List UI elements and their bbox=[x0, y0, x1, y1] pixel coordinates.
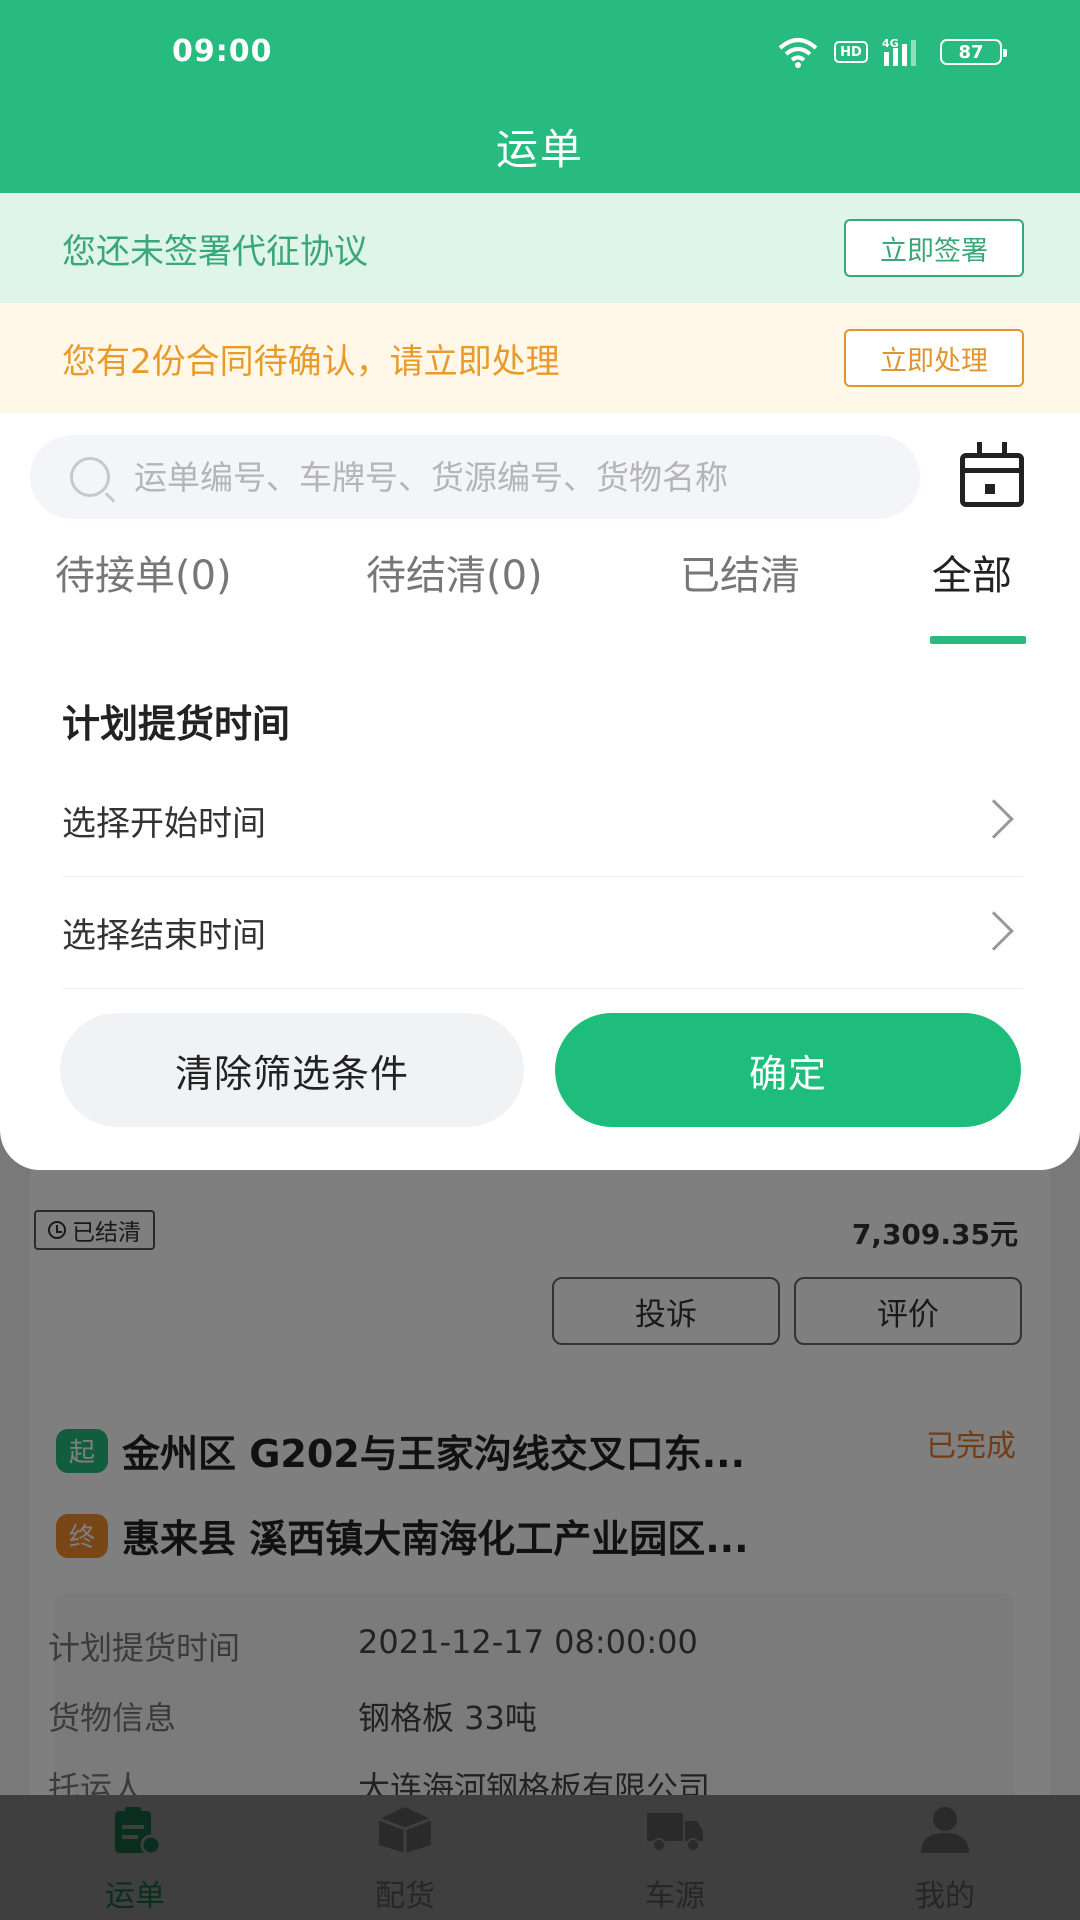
contract-notice: 您有2份合同待确认，请立即处理 立即处理 bbox=[0, 303, 1080, 413]
status-tabs: 待接单(0) 待结清(0) 已结清 全部 bbox=[0, 543, 1080, 653]
chevron-right-icon bbox=[974, 911, 1014, 951]
end-time-label: 选择结束时间 bbox=[62, 916, 266, 956]
tab-all[interactable]: 全部 bbox=[932, 543, 1012, 601]
search-input[interactable] bbox=[134, 457, 920, 497]
page-title: 运单 bbox=[495, 125, 584, 174]
sign-now-button[interactable]: 立即签署 bbox=[844, 219, 1024, 277]
calendar-icon[interactable] bbox=[960, 442, 1024, 507]
chevron-right-icon bbox=[974, 799, 1014, 839]
handle-now-button[interactable]: 立即处理 bbox=[844, 329, 1024, 387]
contract-notice-text: 您有2份合同待确认，请立即处理 bbox=[62, 341, 560, 382]
search-bar[interactable] bbox=[30, 435, 920, 519]
start-time-selector[interactable]: 选择开始时间 bbox=[62, 765, 1022, 877]
end-time-selector[interactable]: 选择结束时间 bbox=[62, 877, 1022, 989]
app-header: 09:00 HD 4G 87 运单 bbox=[0, 0, 1080, 193]
hd-badge: HD bbox=[834, 41, 868, 63]
tabbar-backdrop bbox=[0, 1795, 1080, 1920]
status-time: 09:00 bbox=[172, 34, 273, 69]
status-bar: 09:00 HD 4G 87 bbox=[0, 0, 1080, 100]
tab-pending[interactable]: 待接单(0) bbox=[55, 543, 232, 601]
agreement-notice: 您还未签署代征协议 立即签署 bbox=[0, 193, 1080, 303]
status-icons: HD 4G 87 bbox=[776, 36, 1007, 68]
start-time-label: 选择开始时间 bbox=[62, 804, 266, 844]
battery-indicator: 87 bbox=[940, 39, 1007, 65]
filter-panel: 待接单(0) 待结清(0) 已结清 全部 计划提货时间 选择开始时间 选择结束时… bbox=[0, 413, 1080, 1170]
tab-unsettled[interactable]: 待结清(0) bbox=[366, 543, 543, 601]
confirm-button[interactable]: 确定 bbox=[555, 1013, 1021, 1127]
search-icon bbox=[70, 457, 110, 497]
filter-section-title: 计划提货时间 bbox=[62, 702, 291, 746]
agreement-notice-text: 您还未签署代征协议 bbox=[62, 231, 368, 272]
signal-icon: 4G bbox=[882, 37, 916, 66]
clear-filter-button[interactable]: 清除筛选条件 bbox=[60, 1013, 524, 1127]
tab-settled[interactable]: 已结清 bbox=[680, 543, 800, 601]
wifi-icon bbox=[778, 38, 818, 68]
active-tab-indicator bbox=[930, 636, 1026, 644]
